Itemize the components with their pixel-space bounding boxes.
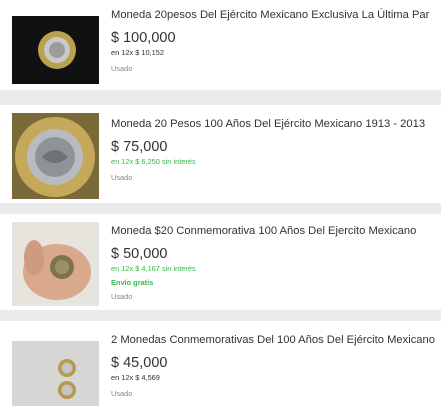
listing-condition: Usado	[111, 64, 133, 73]
listing-installments: en 12x $ 10,152	[111, 48, 165, 57]
listing-title[interactable]: Moneda 20 Pesos 100 Años Del Ejército Me…	[111, 117, 435, 131]
results-list: Moneda 20pesos Del Ejército Mexicano Exc…	[0, 0, 441, 406]
listing-price: $ 45,000	[111, 355, 168, 371]
listing-installments: en 12x $ 4,167 sin interés	[111, 264, 196, 273]
coin-closeup-photo[interactable]	[12, 113, 99, 199]
listing-installments: en 12x $ 4,569	[111, 373, 160, 382]
listing-price: $ 50,000	[111, 246, 168, 262]
listing-title[interactable]: Moneda $20 Conmemorativa 100 Años Del Ej…	[111, 224, 435, 238]
coin-in-hand-photo[interactable]	[12, 222, 99, 306]
free-shipping-label: Envío gratis	[111, 278, 154, 287]
listing-title[interactable]: 2 Monedas Conmemorativas Del 100 Años De…	[111, 333, 435, 347]
listing-condition: Usado	[111, 292, 133, 301]
listing-title[interactable]: Moneda 20pesos Del Ejército Mexicano Exc…	[111, 8, 435, 22]
listing-card[interactable]: 2 Monedas Conmemorativas Del 100 Años De…	[0, 321, 441, 406]
listing-condition: Usado	[111, 173, 133, 182]
listing-card[interactable]: Moneda 20pesos Del Ejército Mexicano Exc…	[0, 0, 441, 90]
listing-condition: Usado	[111, 389, 133, 398]
two-coins-photo[interactable]	[12, 341, 99, 406]
coin-photo[interactable]	[12, 16, 99, 84]
listing-price: $ 75,000	[111, 139, 168, 155]
listing-card[interactable]: Moneda $20 Conmemorativa 100 Años Del Ej…	[0, 214, 441, 310]
listing-installments: en 12x $ 6,250 sin interés	[111, 157, 196, 166]
listing-card[interactable]: Moneda 20 Pesos 100 Años Del Ejército Me…	[0, 105, 441, 203]
listing-price: $ 100,000	[111, 30, 176, 46]
